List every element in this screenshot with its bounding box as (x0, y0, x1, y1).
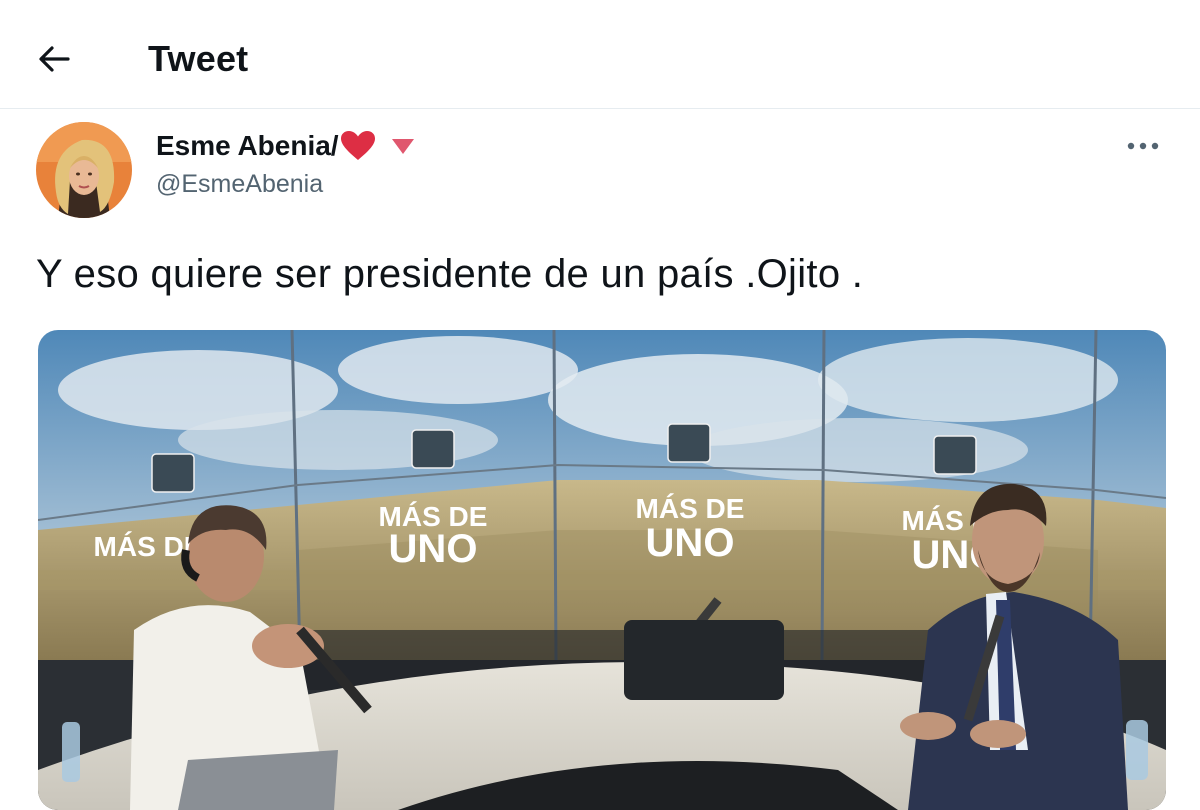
back-button[interactable] (26, 34, 82, 84)
header-bar: Tweet (0, 0, 1200, 109)
author-name-text: Esme Abenia/ (156, 130, 339, 161)
video-frame: MÁS DE UNO MÁS DE UNO MÁS DE UNO MÁS DE (38, 330, 1166, 810)
more-options-button[interactable] (1120, 130, 1166, 162)
heart-emoji (340, 131, 375, 160)
page-title: Tweet (148, 38, 249, 79)
tweet-text: Y eso quiere ser presidente de un país .… (36, 252, 864, 296)
avatar-image (36, 122, 132, 218)
overlay-line2-b: UNO (389, 527, 478, 571)
tweet-video[interactable]: MÁS DE UNO MÁS DE UNO MÁS DE UNO MÁS DE (38, 330, 1166, 810)
overlay-line2-c: UNO (646, 521, 735, 565)
back-arrow-icon (39, 46, 70, 72)
overlay-line1-c: MÁS DE (636, 493, 745, 524)
more-dots-icon (1127, 142, 1159, 150)
author-handle[interactable]: @EsmeAbenia (156, 170, 323, 199)
triangle-down-icon (391, 139, 414, 154)
avatar[interactable] (36, 122, 132, 218)
author-name[interactable]: Esme Abenia/ (156, 128, 416, 164)
